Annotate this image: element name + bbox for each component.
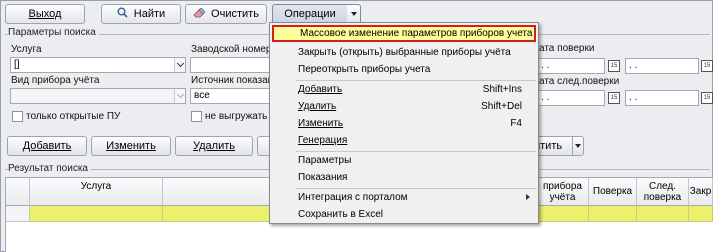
results-title: Результат поиска	[8, 163, 91, 174]
menu-item-save-excel[interactable]: Сохранить в Excel	[272, 206, 536, 223]
next-verify-from[interactable]: . .	[537, 90, 605, 106]
menu-item-label: Добавить	[298, 84, 343, 95]
readings-source-select[interactable]: все	[190, 88, 270, 104]
find-button-label: Найти	[133, 8, 166, 20]
menu-item-add[interactable]: Добавить Shift+Ins	[272, 81, 536, 98]
app-window: Выход Найти Очистить Операции Параметры …	[0, 0, 713, 252]
menu-item-reopen[interactable]: Переоткрыть приборы учета	[272, 61, 536, 78]
menu-item-close-open[interactable]: Закрыть (открыть) выбранные приборы учёт…	[272, 44, 536, 61]
add-button-label: Добавить	[22, 140, 72, 152]
next-verify-label: ата след.поверки	[539, 76, 620, 87]
menu-item-shortcut: Shift+Del	[481, 101, 522, 112]
search-icon	[117, 7, 128, 21]
menu-item-parameters[interactable]: Параметры	[272, 152, 536, 169]
table-cell[interactable]	[637, 206, 689, 222]
calendar-icon[interactable]: 15	[608, 60, 620, 72]
menu-item-label: Массовое изменение параметров приборов у…	[300, 28, 533, 39]
clear-button[interactable]: Очистить	[185, 4, 267, 24]
menu-item-edit[interactable]: Изменить F4	[272, 115, 536, 132]
next-verify-to[interactable]: . .	[625, 90, 699, 106]
menu-item-shortcut: F4	[510, 118, 522, 129]
service-select[interactable]: []	[10, 57, 186, 73]
menu-item-label: Параметры	[298, 155, 352, 166]
chevron-down-icon[interactable]	[174, 58, 185, 72]
row-indicator-header	[6, 178, 30, 206]
column-header-label: Услуга	[80, 181, 112, 192]
column-header[interactable]	[163, 178, 273, 206]
menu-item-label: Удалить	[298, 101, 337, 112]
operations-button-label: Операции	[284, 8, 336, 20]
menu-item-delete[interactable]: Удалить Shift+Del	[272, 98, 536, 115]
search-params-title: Параметры поиска	[8, 27, 99, 38]
date-mask: . .	[629, 92, 638, 103]
column-header-verification[interactable]: Поверка	[589, 178, 637, 206]
operations-button[interactable]: Операции	[272, 4, 348, 24]
menu-item-generate[interactable]: Генерация	[272, 132, 536, 149]
operations-dropdown-arrow[interactable]	[347, 4, 361, 24]
date-mask: . .	[629, 60, 638, 71]
chevron-down-icon	[575, 144, 581, 148]
clear-button-label: Очистить	[211, 8, 259, 20]
menu-item-label: Показания	[298, 172, 348, 183]
operations-menu: Массовое изменение параметров приборов у…	[269, 22, 539, 224]
menu-item-label: Интеграция с порталом	[298, 192, 408, 203]
serial-number-label: Заводской номер	[191, 44, 272, 55]
edit-button[interactable]: Изменить	[91, 136, 171, 156]
readings-source-value: все	[194, 90, 210, 101]
add-button[interactable]: Добавить	[7, 136, 87, 156]
table-cell[interactable]	[589, 206, 637, 222]
no-export-checkbox[interactable]	[191, 111, 202, 122]
only-open-label: только открытые ПУ	[26, 111, 121, 122]
verify-date-label: ата поверки	[539, 43, 595, 54]
table-cell[interactable]	[163, 206, 273, 222]
menu-item-mass-edit[interactable]: Массовое изменение параметров приборов у…	[272, 25, 536, 42]
date-mask: . .	[541, 92, 550, 103]
right-action-dropdown[interactable]	[572, 136, 584, 156]
menu-item-label: Генерация	[298, 135, 348, 146]
delete-button[interactable]: Удалить	[175, 136, 253, 156]
exit-button-label: Выход	[28, 8, 62, 20]
row-indicator[interactable]	[6, 206, 30, 222]
service-label: Услуга	[11, 44, 42, 55]
calendar-icon[interactable]: 15	[608, 92, 620, 104]
menu-item-label: Переоткрыть приборы учета	[298, 64, 431, 75]
column-header-next-verification[interactable]: След. поверка	[637, 178, 689, 206]
column-header-service[interactable]: Услуга	[30, 178, 163, 206]
find-button[interactable]: Найти	[101, 4, 181, 24]
column-header-label: прибора учёта	[543, 181, 582, 203]
menu-item-portal-integration[interactable]: Интеграция с порталом	[272, 189, 536, 206]
column-header-device[interactable]: прибора учёта	[537, 178, 589, 206]
verify-date-from[interactable]: . .	[537, 58, 605, 74]
date-mask: . .	[541, 60, 550, 71]
table-cell[interactable]	[537, 206, 589, 222]
eraser-icon	[193, 6, 206, 21]
submenu-arrow-icon	[526, 194, 530, 200]
calendar-icon[interactable]: 15	[701, 60, 713, 72]
serial-number-input[interactable]	[190, 57, 270, 73]
edit-button-label: Изменить	[106, 140, 156, 152]
menu-item-label: Изменить	[298, 118, 344, 129]
device-type-select[interactable]	[10, 88, 186, 104]
menu-item-readings[interactable]: Показания	[272, 169, 536, 186]
column-header-label: Поверка	[592, 186, 633, 197]
calendar-icon[interactable]: 15	[701, 92, 713, 104]
table-cell[interactable]	[689, 206, 713, 222]
only-open-checkbox[interactable]	[12, 111, 23, 122]
chevron-down-icon	[350, 12, 357, 16]
column-header-closed[interactable]: Закр	[689, 178, 713, 206]
table-cell[interactable]	[30, 206, 163, 222]
menu-item-label: Сохранить в Excel	[298, 209, 384, 220]
verify-date-to[interactable]: . .	[625, 58, 699, 74]
menu-item-label: Закрыть (открыть) выбранные приборы учёт…	[298, 47, 511, 58]
service-value: []	[14, 59, 20, 70]
delete-button-label: Удалить	[193, 140, 235, 152]
column-header-label: Закр	[689, 186, 712, 197]
column-header-label: След. поверка	[643, 181, 682, 203]
device-type-label: Вид прибора учёта	[11, 75, 100, 86]
exit-button[interactable]: Выход	[5, 4, 85, 24]
menu-item-shortcut: Shift+Ins	[482, 84, 522, 95]
chevron-down-icon[interactable]	[174, 89, 185, 103]
